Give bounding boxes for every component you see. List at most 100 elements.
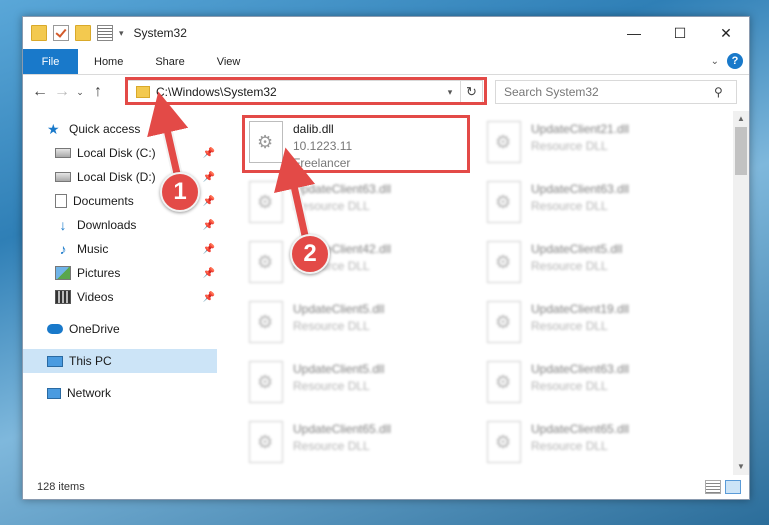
file-type: Resource DLL bbox=[293, 319, 370, 333]
search-icon[interactable]: ⚲ bbox=[714, 85, 736, 99]
onedrive-icon bbox=[47, 324, 63, 334]
scroll-down-icon[interactable]: ▼ bbox=[733, 459, 749, 475]
sidebar-item-network[interactable]: Network bbox=[23, 381, 217, 405]
scroll-up-icon[interactable]: ▲ bbox=[733, 111, 749, 127]
file-type: Resource DLL bbox=[293, 439, 370, 453]
folder-icon[interactable] bbox=[31, 25, 47, 41]
step-2-badge: 2 bbox=[290, 234, 330, 274]
sidebar-item-local-disk-c[interactable]: Local Disk (C:) 📌 bbox=[23, 141, 217, 165]
file-type: Resource DLL bbox=[531, 139, 608, 153]
dll-file-icon bbox=[487, 421, 521, 463]
sidebar-item-label: Network bbox=[67, 386, 112, 400]
file-name: UpdateClient19.dll bbox=[531, 302, 630, 316]
file-item[interactable]: UpdateClient63.dll Resource DLL bbox=[481, 357, 701, 413]
pin-icon[interactable]: 📌 bbox=[203, 196, 215, 207]
file-item[interactable]: UpdateClient65.dll Resource DLL bbox=[243, 417, 463, 473]
pin-icon[interactable]: 📌 bbox=[203, 244, 215, 255]
sidebar-item-label: Music bbox=[77, 242, 109, 256]
pin-icon[interactable]: 📌 bbox=[203, 148, 215, 159]
tab-view[interactable]: View bbox=[201, 49, 257, 74]
properties-icon[interactable] bbox=[97, 25, 113, 41]
dll-file-icon bbox=[249, 361, 283, 403]
tab-home[interactable]: Home bbox=[78, 49, 139, 74]
file-type: Resource DLL bbox=[531, 439, 608, 453]
file-item[interactable]: UpdateClient63.dll Resource DLL bbox=[481, 177, 701, 233]
details-view-icon[interactable] bbox=[705, 480, 721, 494]
ribbon-right-controls: ⌄ ? bbox=[711, 53, 743, 69]
minimize-button[interactable]: — bbox=[611, 17, 657, 49]
file-item[interactable]: UpdateClient65.dll Resource DLL bbox=[481, 417, 701, 473]
file-explorer-window: ▾ System32 — ☐ ✕ File Home Share View ⌄ … bbox=[22, 16, 750, 500]
search-box[interactable]: Search System32 ⚲ bbox=[495, 80, 737, 104]
documents-icon bbox=[55, 194, 67, 208]
close-button[interactable]: ✕ bbox=[703, 17, 749, 49]
vertical-scrollbar[interactable]: ▲ ▼ bbox=[733, 111, 749, 475]
sidebar-item-this-pc[interactable]: This PC bbox=[23, 349, 217, 373]
file-name: UpdateClient5.dll bbox=[293, 362, 385, 376]
file-type: Resource DLL bbox=[531, 379, 608, 393]
back-button[interactable]: ← bbox=[29, 83, 51, 101]
sidebar-item-label: This PC bbox=[69, 354, 112, 368]
recent-locations-button[interactable]: ⌄ bbox=[73, 87, 87, 98]
pin-icon[interactable]: 📌 bbox=[203, 172, 215, 183]
pin-icon[interactable]: 📌 bbox=[203, 220, 215, 231]
dll-file-icon bbox=[487, 121, 521, 163]
videos-icon bbox=[55, 290, 71, 304]
quick-access-toolbar: ▾ bbox=[23, 25, 124, 41]
sidebar-item-videos[interactable]: Videos 📌 bbox=[23, 285, 217, 309]
help-icon[interactable]: ? bbox=[727, 53, 743, 69]
sidebar-item-label: Local Disk (D:) bbox=[77, 170, 156, 184]
navigation-pane: ★ Quick access Local Disk (C:) 📌 Local D… bbox=[23, 111, 217, 475]
file-item[interactable]: UpdateClient21.dll Resource DLL bbox=[481, 117, 701, 173]
sidebar-item-downloads[interactable]: ↓ Downloads 📌 bbox=[23, 213, 217, 237]
new-folder-icon[interactable] bbox=[75, 25, 91, 41]
file-type: Resource DLL bbox=[531, 319, 608, 333]
sidebar-item-label: Documents bbox=[73, 194, 134, 208]
file-name: UpdateClient21.dll bbox=[531, 122, 630, 136]
pin-icon[interactable]: 📌 bbox=[203, 268, 215, 279]
file-item[interactable]: UpdateClient63.dll Resource DLL bbox=[243, 177, 463, 233]
dll-file-icon bbox=[249, 241, 283, 283]
dll-file-icon bbox=[249, 421, 283, 463]
properties-check-icon[interactable] bbox=[53, 25, 69, 41]
file-item[interactable]: UpdateClient19.dll Resource DLL bbox=[481, 297, 701, 353]
file-item[interactable]: UpdateClient42.dllResource DLL bbox=[243, 237, 463, 293]
tab-share[interactable]: Share bbox=[139, 49, 200, 74]
disk-icon bbox=[55, 148, 71, 158]
search-input[interactable]: Search System32 bbox=[504, 85, 714, 99]
file-list: dalib.dll 10.1223.11 Freelancer UpdateCl… bbox=[217, 111, 749, 475]
sidebar-item-label: Videos bbox=[77, 290, 114, 304]
up-button[interactable]: ↑ bbox=[87, 83, 109, 101]
sidebar-item-label: OneDrive bbox=[69, 322, 120, 336]
file-name: UpdateClient65.dll bbox=[293, 422, 392, 436]
scroll-thumb[interactable] bbox=[735, 127, 747, 175]
dll-file-icon bbox=[487, 181, 521, 223]
customize-dropdown-icon[interactable]: ▾ bbox=[119, 28, 124, 39]
sidebar-item-label: Downloads bbox=[77, 218, 137, 232]
file-item[interactable]: UpdateClient5.dll Resource DLL bbox=[243, 297, 463, 353]
sidebar-item-music[interactable]: ♪ Music 📌 bbox=[23, 237, 217, 261]
dll-file-icon bbox=[487, 361, 521, 403]
dll-file-icon bbox=[487, 301, 521, 343]
sidebar-item-label: Local Disk (C:) bbox=[77, 146, 156, 160]
dll-file-icon bbox=[487, 241, 521, 283]
status-bar: 128 items bbox=[23, 475, 749, 499]
pin-icon[interactable]: 📌 bbox=[203, 292, 215, 303]
sidebar-item-onedrive[interactable]: OneDrive bbox=[23, 317, 217, 341]
dll-file-icon bbox=[249, 181, 283, 223]
expand-ribbon-icon[interactable]: ⌄ bbox=[711, 56, 719, 67]
disk-icon bbox=[55, 172, 71, 182]
file-name: UpdateClient5.dll bbox=[293, 302, 385, 316]
file-item[interactable]: UpdateClient5.dll Resource DLL bbox=[481, 237, 701, 293]
sidebar-item-pictures[interactable]: Pictures 📌 bbox=[23, 261, 217, 285]
tab-file[interactable]: File bbox=[23, 49, 78, 74]
forward-button[interactable]: → bbox=[51, 83, 73, 101]
sidebar-item-quick-access[interactable]: ★ Quick access bbox=[23, 117, 217, 141]
maximize-button[interactable]: ☐ bbox=[657, 17, 703, 49]
large-icons-view-icon[interactable] bbox=[725, 480, 741, 494]
music-icon: ♪ bbox=[59, 241, 67, 257]
star-icon: ★ bbox=[47, 121, 60, 137]
network-icon bbox=[47, 387, 61, 399]
file-item[interactable]: UpdateClient5.dll Resource DLL bbox=[243, 357, 463, 413]
content-area: ★ Quick access Local Disk (C:) 📌 Local D… bbox=[23, 111, 749, 475]
